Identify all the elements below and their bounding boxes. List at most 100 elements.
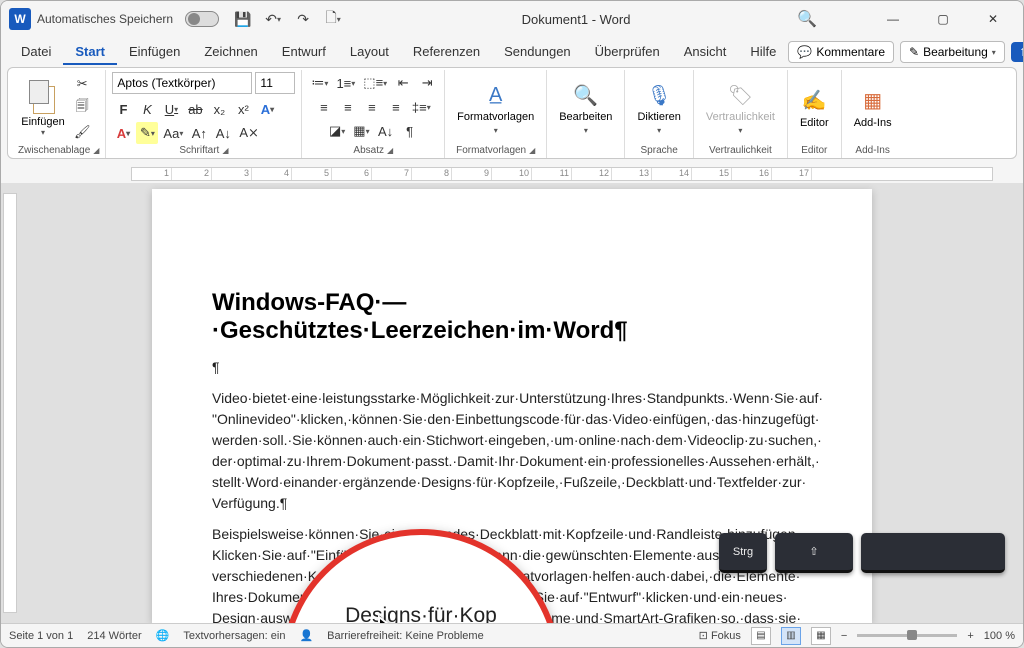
new-doc-icon[interactable]: 🗋▾: [321, 7, 345, 31]
sensitivity-button: 🏷 Vertraulichkeit ▾: [700, 81, 781, 134]
highlight-button[interactable]: ✎▾: [136, 122, 158, 144]
styles-button[interactable]: A̲ Formatvorlagen ▾: [451, 81, 540, 134]
focus-mode-button[interactable]: ⊡ Fokus: [699, 629, 741, 642]
bold-button[interactable]: F: [112, 98, 134, 120]
mic-icon: 🎙: [645, 81, 673, 109]
format-painter-icon[interactable]: 🖌: [71, 121, 94, 143]
paragraph-dialog-launcher[interactable]: ◢: [387, 146, 393, 155]
zoom-level[interactable]: 100 %: [984, 630, 1015, 642]
autosave-toggle[interactable]: [185, 11, 219, 27]
group-dictate: 🎙 Diktieren ▾ Sprache: [625, 70, 693, 158]
zoom-in-button[interactable]: +: [967, 630, 973, 642]
shrink-font-button[interactable]: A↓: [212, 122, 234, 144]
italic-button[interactable]: K: [136, 98, 158, 120]
editing-mode-button[interactable]: ✎Bearbeitung▾: [900, 41, 1005, 63]
font-name-combo[interactable]: Aptos (Textkörper): [112, 72, 252, 94]
comments-button[interactable]: 💬Kommentare: [788, 41, 894, 63]
align-center-button[interactable]: ≡: [337, 96, 359, 118]
status-accessibility[interactable]: Barrierefreiheit: Keine Probleme: [327, 630, 484, 642]
increase-indent-button[interactable]: ⇥: [416, 72, 438, 94]
view-print-button[interactable]: ▥: [781, 627, 801, 645]
font-size-combo[interactable]: 11: [255, 72, 295, 94]
dictate-button[interactable]: 🎙 Diktieren ▾: [631, 81, 686, 134]
vertical-ruler[interactable]: [3, 193, 17, 613]
bullets-button[interactable]: ≔▾: [308, 72, 331, 94]
close-button[interactable]: ✕: [971, 4, 1015, 34]
redo-icon[interactable]: ↷: [291, 7, 315, 31]
zoom-slider[interactable]: [857, 634, 957, 637]
editor-button[interactable]: ✍ Editor: [794, 87, 835, 129]
clipboard-dialog-launcher[interactable]: ◢: [93, 146, 99, 155]
addins-icon: ▦: [859, 87, 887, 115]
key-space: [861, 533, 1005, 573]
horizontal-ruler[interactable]: 123 456 789 101112 131415 1617: [1, 163, 1023, 183]
status-page[interactable]: Seite 1 von 1: [9, 630, 73, 642]
font-color-button[interactable]: A▾: [112, 122, 134, 144]
key-shift: ⇧: [775, 533, 853, 573]
tab-start[interactable]: Start: [63, 40, 117, 65]
view-web-button[interactable]: ▦: [811, 627, 831, 645]
doc-empty-paragraph[interactable]: ¶: [212, 357, 812, 378]
grow-font-button[interactable]: A↑: [188, 122, 210, 144]
document-area[interactable]: Windows-FAQ·—·Geschütztes·Leerzeichen·im…: [1, 183, 1023, 623]
shading-button[interactable]: ◪▾: [326, 120, 348, 142]
strikethrough-button[interactable]: ab: [184, 98, 206, 120]
group-addins: ▦ Add-Ins Add-Ins: [842, 70, 904, 158]
numbering-button[interactable]: 1≡▾: [333, 72, 358, 94]
multilevel-button[interactable]: ⬚≡▾: [360, 72, 390, 94]
change-case-button[interactable]: Aa▾: [160, 122, 186, 144]
search-icon[interactable]: 🔍: [795, 7, 819, 31]
line-spacing-button[interactable]: ‡≡▾: [409, 96, 434, 118]
group-styles: A̲ Formatvorlagen ▾ Formatvorlagen◢: [445, 70, 547, 158]
doc-paragraph-1[interactable]: Video·bietet·eine·leistungsstarke·Möglic…: [212, 388, 812, 514]
styles-dialog-launcher[interactable]: ◢: [529, 146, 535, 155]
tab-entwurf[interactable]: Entwurf: [270, 40, 338, 65]
decrease-indent-button[interactable]: ⇤: [392, 72, 414, 94]
text-effects-button[interactable]: A▾: [256, 98, 278, 120]
status-words[interactable]: 214 Wörter: [87, 630, 141, 642]
align-right-button[interactable]: ≡: [361, 96, 383, 118]
justify-button[interactable]: ≡: [385, 96, 407, 118]
tab-datei[interactable]: Datei: [9, 40, 63, 65]
subscript-button[interactable]: x₂: [208, 98, 230, 120]
tab-referenzen[interactable]: Referenzen: [401, 40, 492, 65]
addins-button[interactable]: ▦ Add-Ins: [848, 87, 898, 129]
copy-icon[interactable]: 🗐: [71, 97, 94, 119]
underline-button[interactable]: U▾: [160, 98, 182, 120]
undo-icon[interactable]: ↶▾: [261, 7, 285, 31]
styles-icon: A̲: [482, 81, 510, 109]
paste-button[interactable]: Einfügen ▾: [18, 80, 68, 137]
tab-einfuegen[interactable]: Einfügen: [117, 40, 192, 65]
superscript-button[interactable]: x²: [232, 98, 254, 120]
font-dialog-launcher[interactable]: ◢: [222, 146, 228, 155]
status-accessibility-icon[interactable]: 👤: [299, 629, 313, 642]
clear-format-button[interactable]: A⨯: [236, 122, 262, 144]
tab-ueberpruefen[interactable]: Überprüfen: [583, 40, 672, 65]
save-icon[interactable]: 💾: [231, 7, 255, 31]
tab-hilfe[interactable]: Hilfe: [738, 40, 788, 65]
maximize-button[interactable]: ▢: [921, 4, 965, 34]
minimize-button[interactable]: —: [871, 4, 915, 34]
tab-layout[interactable]: Layout: [338, 40, 401, 65]
borders-button[interactable]: ▦▾: [350, 120, 372, 142]
status-predictions[interactable]: Textvorhersagen: ein: [183, 630, 285, 642]
group-editor: ✍ Editor Editor: [788, 70, 842, 158]
view-read-button[interactable]: ▤: [751, 627, 771, 645]
group-paragraph: ≔▾ 1≡▾ ⬚≡▾ ⇤ ⇥ ≡ ≡ ≡ ≡ ‡≡▾ ◪▾ ▦▾ A↓: [302, 70, 445, 158]
sensitivity-icon: 🏷: [726, 81, 754, 109]
paste-icon: [29, 80, 57, 114]
align-left-button[interactable]: ≡: [313, 96, 335, 118]
tab-sendungen[interactable]: Sendungen: [492, 40, 583, 65]
share-button[interactable]: ⇧▾: [1011, 42, 1024, 62]
show-marks-button[interactable]: ¶: [399, 120, 421, 142]
cursor-arrow-icon: [371, 613, 431, 623]
cut-icon[interactable]: ✂: [71, 73, 94, 95]
zoom-out-button[interactable]: −: [841, 630, 847, 642]
doc-heading[interactable]: Windows-FAQ·—·Geschütztes·Leerzeichen·im…: [212, 289, 812, 345]
status-language-icon[interactable]: 🌐: [156, 629, 170, 642]
tab-ansicht[interactable]: Ansicht: [672, 40, 739, 65]
sort-button[interactable]: A↓: [375, 120, 397, 142]
tab-zeichnen[interactable]: Zeichnen: [192, 40, 269, 65]
editing-button[interactable]: 🔍 Bearbeiten ▾: [553, 81, 618, 134]
group-font: Aptos (Textkörper) 11 F K U▾ ab x₂ x² A▾…: [106, 70, 302, 158]
